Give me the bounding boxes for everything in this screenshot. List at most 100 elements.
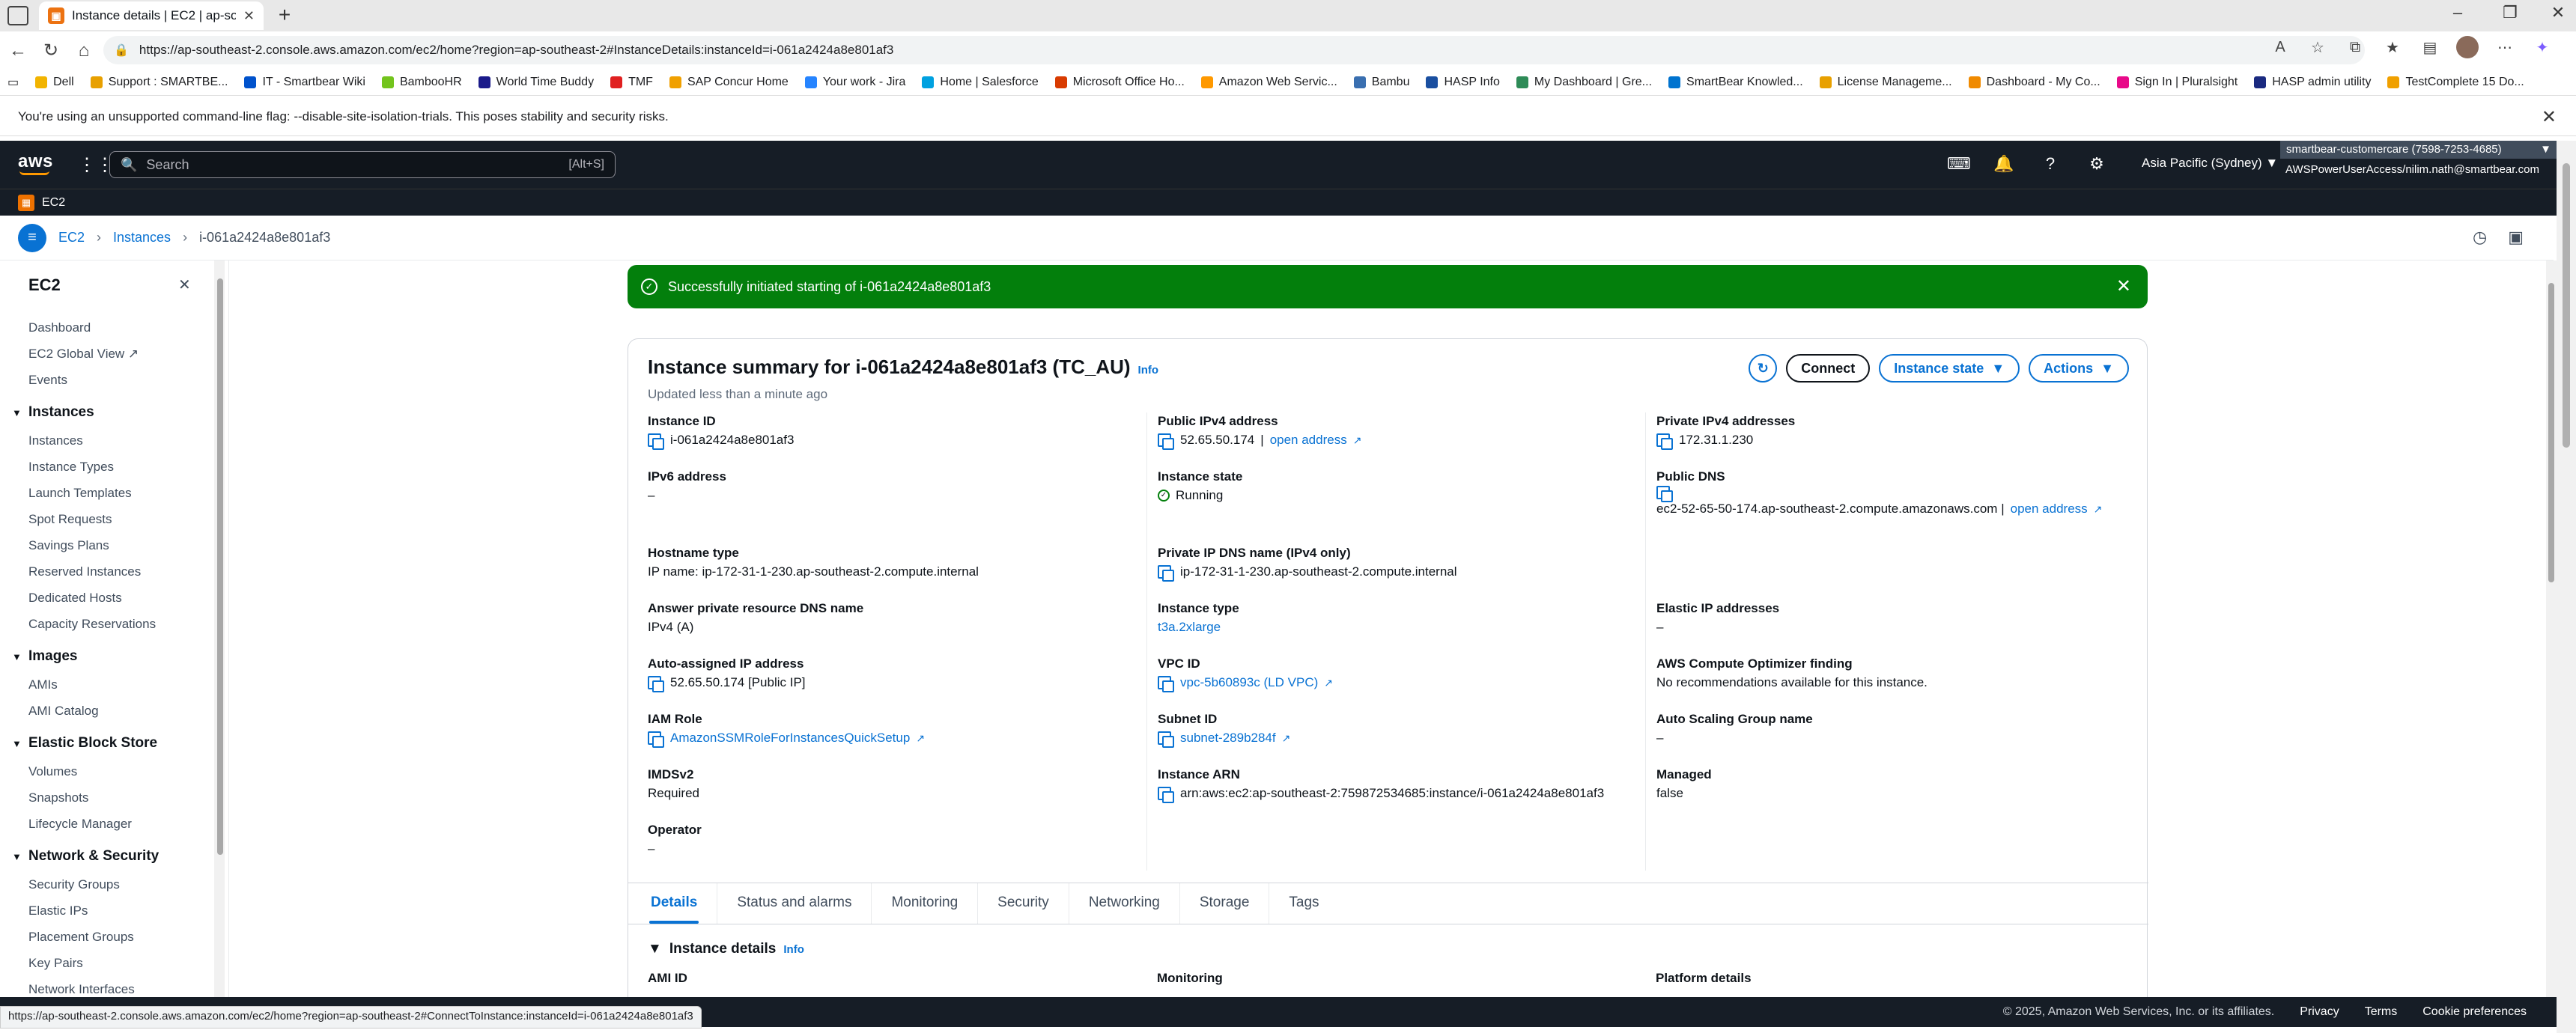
- sidebar-section[interactable]: ▼ Network & Security: [12, 841, 216, 871]
- page-scrollbar[interactable]: [2557, 141, 2576, 1033]
- cloudshell-icon[interactable]: ⌨: [1947, 154, 1971, 174]
- tab-status-and-alarms[interactable]: Status and alarms: [717, 883, 872, 924]
- sidebar-toggle-icon[interactable]: [7, 6, 28, 25]
- settings-gear-icon[interactable]: ⚙: [2086, 154, 2107, 174]
- sidebar-item[interactable]: Security Groups: [28, 871, 216, 898]
- instance-type-link[interactable]: t3a.2xlarge: [1158, 618, 1221, 637]
- copy-icon[interactable]: [648, 731, 664, 748]
- hamburger-menu-icon[interactable]: ≡: [18, 223, 46, 252]
- instance-state-button[interactable]: Instance state ▼: [1879, 354, 2020, 383]
- sidebar-item[interactable]: Reserved Instances: [28, 558, 216, 585]
- sidebar-item[interactable]: AMI Catalog: [28, 698, 216, 724]
- sidebar-item[interactable]: Volumes: [28, 758, 216, 784]
- main-scroll-thumb[interactable]: [2548, 283, 2554, 582]
- sidebar-item[interactable]: Lifecycle Manager: [28, 811, 216, 837]
- page-scroll-thumb[interactable]: [2563, 163, 2570, 448]
- read-aloud-icon[interactable]: A: [2269, 39, 2291, 56]
- sidebar-item[interactable]: Launch Templates: [28, 480, 216, 506]
- refresh-icon[interactable]: ↻: [37, 37, 64, 64]
- sidebar-item[interactable]: Instance Types: [28, 454, 216, 480]
- back-icon[interactable]: ←: [4, 37, 31, 64]
- copy-icon[interactable]: [1158, 565, 1174, 582]
- copy-icon[interactable]: [1656, 433, 1673, 450]
- site-info-icon[interactable]: 🔒: [114, 43, 129, 58]
- bookmark-item[interactable]: HASP admin utility: [2254, 76, 2371, 89]
- bookmark-item[interactable]: Microsoft Office Ho...: [1054, 76, 1185, 89]
- copy-icon[interactable]: [1158, 433, 1174, 450]
- iam-role-link[interactable]: AmazonSSMRoleForInstancesQuickSetup: [670, 728, 910, 748]
- actions-button[interactable]: Actions ▼: [2029, 354, 2129, 383]
- bookmark-item[interactable]: License Manageme...: [1819, 76, 1952, 89]
- bookmark-item[interactable]: TestComplete 15 Do...: [2387, 76, 2524, 89]
- footer-privacy-link[interactable]: Privacy: [2300, 1005, 2339, 1019]
- bookmark-item[interactable]: Dashboard - My Co...: [1968, 76, 2100, 89]
- clock-icon[interactable]: ◷: [2473, 228, 2487, 247]
- info-link[interactable]: Info: [783, 943, 804, 956]
- info-link[interactable]: Info: [1138, 364, 1159, 377]
- browser-tab[interactable]: ▣ Instance details | EC2 | ap-southe ✕: [39, 1, 264, 30]
- tab-security[interactable]: Security: [978, 883, 1069, 924]
- copy-icon[interactable]: [1158, 676, 1174, 692]
- restore-icon[interactable]: ❐: [2494, 3, 2527, 22]
- bookmark-item[interactable]: Support : SMARTBE...: [90, 76, 228, 89]
- tab-networking[interactable]: Networking: [1069, 883, 1180, 924]
- help-icon[interactable]: ?: [2040, 154, 2061, 174]
- bookmark-item[interactable]: Home | Salesforce: [922, 76, 1039, 89]
- minimize-icon[interactable]: –: [2441, 3, 2474, 22]
- bookmark-item[interactable]: SmartBear Knowled...: [1668, 76, 1803, 89]
- breadcrumb-instances[interactable]: Instances: [113, 230, 171, 246]
- bookmark-item[interactable]: TMF: [610, 76, 653, 89]
- instance-details-heading[interactable]: ▼ Instance details Info: [648, 941, 804, 957]
- copy-icon[interactable]: [648, 676, 664, 692]
- sidebar-item[interactable]: Key Pairs: [28, 950, 216, 976]
- favorites-icon[interactable]: ★: [2381, 38, 2404, 57]
- sidebar-item[interactable]: Snapshots: [28, 784, 216, 811]
- sidebar-section[interactable]: ▼ Elastic Block Store: [12, 728, 216, 758]
- bookmark-item[interactable]: IT - Smartbear Wiki: [244, 76, 365, 89]
- warning-close-icon[interactable]: ✕: [2542, 106, 2557, 128]
- sidebar-item[interactable]: Dashboard: [28, 314, 216, 341]
- new-tab-icon[interactable]: +: [271, 3, 298, 27]
- bookmark-toggle-icon[interactable]: ▭: [7, 75, 19, 90]
- aws-logo[interactable]: aws: [18, 151, 53, 175]
- collapse-sidebar-icon[interactable]: ✕: [178, 275, 191, 294]
- service-name[interactable]: EC2: [42, 196, 65, 210]
- sidebar-item[interactable]: Capacity Reservations: [28, 611, 216, 637]
- notifications-icon[interactable]: 🔔: [1993, 154, 2014, 174]
- bookmark-item[interactable]: Sign In | Pluralsight: [2116, 76, 2238, 89]
- breadcrumb-ec2[interactable]: EC2: [58, 230, 85, 246]
- footer-terms-link[interactable]: Terms: [2365, 1005, 2398, 1019]
- sidebar-item[interactable]: Spot Requests: [28, 506, 216, 532]
- user-identity[interactable]: AWSPowerUserAccess/nilim.nath@smartbear.…: [2285, 163, 2539, 176]
- region-selector[interactable]: Asia Pacific (Sydney) ▼: [2142, 156, 2278, 171]
- sidebar-item[interactable]: Elastic IPs: [28, 898, 216, 924]
- sidebar-item[interactable]: Instances: [28, 427, 216, 454]
- bookmark-item[interactable]: BambooHR: [381, 76, 462, 89]
- footer-cookie-link[interactable]: Cookie preferences: [2422, 1005, 2527, 1019]
- tab-monitoring[interactable]: Monitoring: [872, 883, 979, 924]
- account-menu[interactable]: smartbear-customercare (7598-7253-4685) ▼: [2280, 141, 2557, 159]
- sidebar-item[interactable]: Events: [28, 367, 216, 393]
- display-settings-icon[interactable]: ▣: [2508, 228, 2524, 247]
- bookmark-item[interactable]: Your work - Jira: [804, 76, 905, 89]
- tab-details[interactable]: Details: [631, 883, 718, 924]
- bookmark-item[interactable]: Bambu: [1353, 76, 1409, 89]
- extensions-icon[interactable]: ⧉: [2344, 39, 2366, 56]
- copy-icon[interactable]: [1158, 731, 1174, 748]
- sidebar-item[interactable]: AMIs: [28, 671, 216, 698]
- profile-avatar[interactable]: [2456, 36, 2479, 58]
- bookmark-item[interactable]: Amazon Web Servic...: [1200, 76, 1337, 89]
- bookmark-item[interactable]: HASP Info: [1426, 76, 1500, 89]
- sidebar-section[interactable]: ▼ Instances: [12, 397, 216, 427]
- bookmark-item[interactable]: My Dashboard | Gre...: [1516, 76, 1652, 89]
- aws-search-input[interactable]: 🔍 Search [Alt+S]: [109, 151, 616, 178]
- url-field[interactable]: 🔒 https://ap-southeast-2.console.aws.ama…: [103, 36, 2365, 64]
- flash-close-icon[interactable]: ✕: [2116, 275, 2131, 297]
- bookmark-item[interactable]: SAP Concur Home: [669, 76, 789, 89]
- tab-close-icon[interactable]: ✕: [243, 8, 255, 24]
- bookmark-item[interactable]: Dell: [35, 76, 74, 89]
- copy-icon[interactable]: [1158, 787, 1174, 803]
- copilot-icon[interactable]: ✦: [2531, 38, 2554, 57]
- collections-icon[interactable]: ▤: [2419, 38, 2441, 57]
- vpc-link[interactable]: vpc-5b60893c (LD VPC): [1180, 673, 1318, 692]
